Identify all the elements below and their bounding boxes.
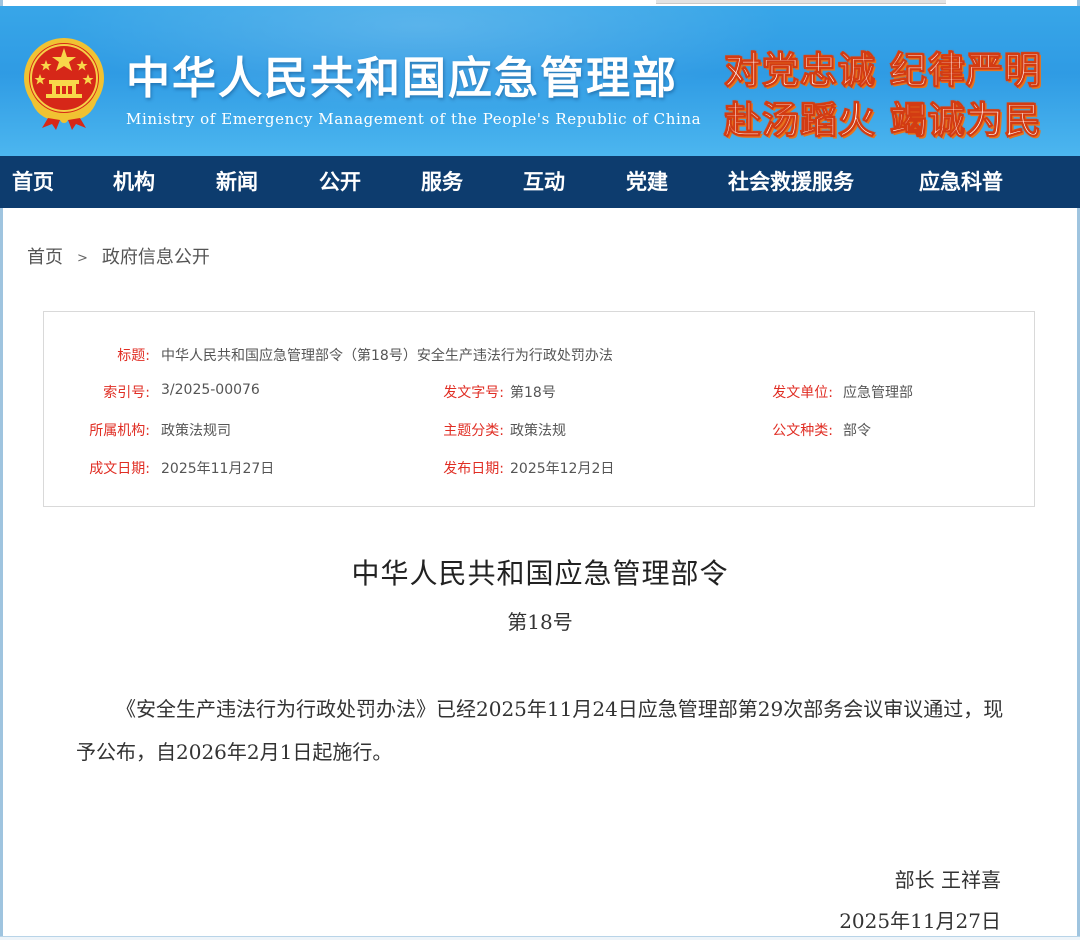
info-title-value: 中华人民共和国应急管理部令（第18号）安全生产违法行为行政处罚办法 xyxy=(161,348,613,364)
info-org-label: 所属机构: xyxy=(89,423,150,439)
info-index-label: 索引号: xyxy=(103,385,150,401)
document-number: 第18号 xyxy=(507,610,573,634)
nav-item-science[interactable]: 应急科普 xyxy=(919,156,1003,208)
document-signature: 部长 王祥喜 xyxy=(894,868,1001,892)
bottom-border xyxy=(0,936,1080,940)
site-subtitle: Ministry of Emergency Management of the … xyxy=(126,110,702,128)
slogan-line-1: 对党忠诚 纪律严明 xyxy=(724,49,1042,93)
breadcrumb-current[interactable]: 政府信息公开 xyxy=(102,243,210,269)
nav-item-party[interactable]: 党建 xyxy=(626,156,668,208)
breadcrumb-home[interactable]: 首页 xyxy=(27,243,63,269)
info-published-date-value: 2025年12月2日 xyxy=(510,461,615,477)
nav-item-news[interactable]: 新闻 xyxy=(216,156,258,208)
info-type-label: 公文种类: xyxy=(772,423,833,439)
site-title[interactable]: 中华人民共和国应急管理部 xyxy=(126,42,678,106)
info-doc-no-label: 发文字号: xyxy=(443,385,504,401)
info-issuer-label: 发文单位: xyxy=(772,385,833,401)
main-nav: 首页 机构 新闻 公开 服务 互动 党建 社会救援服务 应急科普 xyxy=(0,156,1080,208)
info-doc-no-value: 第18号 xyxy=(510,385,556,401)
nav-item-rescue-services[interactable]: 社会救援服务 xyxy=(728,156,854,208)
nav-item-interaction[interactable]: 互动 xyxy=(523,156,565,208)
breadcrumb: 首页 > 政府信息公开 xyxy=(27,243,210,269)
nav-item-organization[interactable]: 机构 xyxy=(113,156,155,208)
info-topic-value: 政策法规 xyxy=(510,423,566,439)
site-header: 中华人民共和国应急管理部 Ministry of Emergency Manag… xyxy=(0,6,1080,156)
slogan-line-2: 赴汤蹈火 竭诚为民 xyxy=(724,99,1042,143)
info-title-label: 标题: xyxy=(117,348,150,364)
info-published-date-label: 发布日期: xyxy=(443,461,504,477)
document-date: 2025年11月27日 xyxy=(839,909,1001,933)
national-emblem-icon xyxy=(24,38,104,130)
info-issuer-value: 应急管理部 xyxy=(843,385,913,401)
document-body: 《安全生产违法行为行政处罚办法》已经2025年11月24日应急管理部第29次部务… xyxy=(76,697,1004,764)
nav-item-public[interactable]: 公开 xyxy=(319,156,361,208)
info-type-value: 部令 xyxy=(843,423,871,439)
top-strip xyxy=(656,0,946,4)
nav-item-services[interactable]: 服务 xyxy=(421,156,463,208)
info-written-date-value: 2025年11月27日 xyxy=(161,461,275,477)
info-topic-label: 主题分类: xyxy=(443,423,504,439)
document-title: 中华人民共和国应急管理部令 xyxy=(351,557,729,590)
nav-item-home[interactable]: 首页 xyxy=(12,156,54,208)
info-written-date-label: 成文日期: xyxy=(89,461,150,477)
info-org-value: 政策法规司 xyxy=(161,423,231,439)
info-index-value: 3/2025-00076 xyxy=(161,382,260,398)
breadcrumb-separator: > xyxy=(77,251,88,266)
document-info-box: 标题: 中华人民共和国应急管理部令（第18号）安全生产违法行为行政处罚办法 索引… xyxy=(43,311,1035,507)
